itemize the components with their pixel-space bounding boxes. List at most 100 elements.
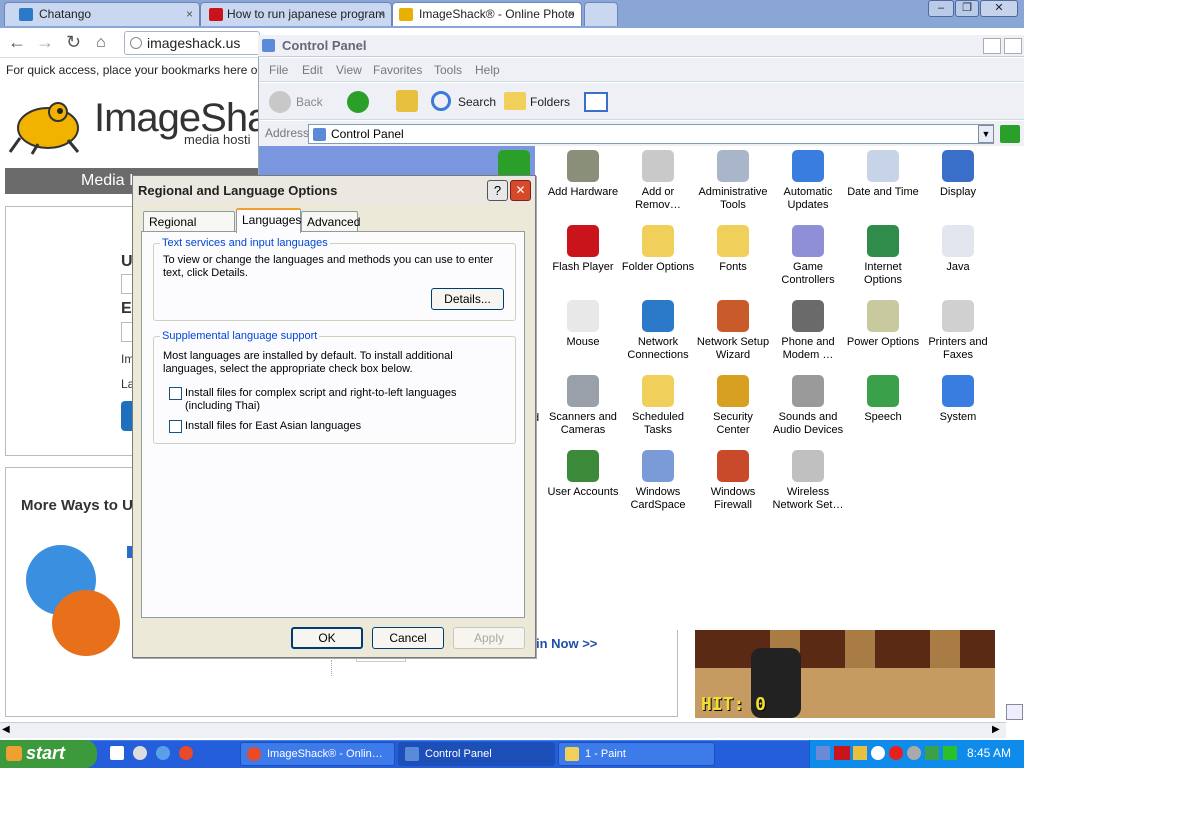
cp-item[interactable]: Flash Player: [546, 225, 620, 274]
mouse-icon: [567, 300, 599, 332]
hit-counter: HIT: 0: [701, 694, 767, 715]
tab-japanese-program[interactable]: How to run japanese program ×: [200, 2, 392, 26]
ati-tray-icon[interactable]: [834, 746, 850, 760]
network-tray-icon[interactable]: [816, 746, 830, 760]
cp-item[interactable]: Phone and Modem …: [771, 300, 845, 362]
cp-item[interactable]: Automatic Updates: [771, 150, 845, 212]
tray-icon[interactable]: [889, 746, 903, 760]
tab-regional-options[interactable]: Regional Options: [143, 211, 235, 243]
firefox-icon: [52, 590, 120, 656]
cp-item[interactable]: Game Controllers: [771, 225, 845, 287]
cp-item[interactable]: Printers and Faxes: [921, 300, 995, 362]
cp-item[interactable]: System: [921, 375, 995, 424]
ok-button[interactable]: OK: [291, 627, 363, 649]
messenger-tray-icon[interactable]: [871, 746, 885, 760]
join-now-link[interactable]: in Now >>: [536, 636, 597, 651]
minimize-button[interactable]: [983, 38, 1001, 54]
complex-script-label: Install files for complex script and rig…: [185, 387, 457, 412]
tray-icon[interactable]: [853, 746, 867, 760]
cp-item[interactable]: Add or Remov…: [621, 150, 695, 212]
tab-languages[interactable]: Languages: [236, 208, 301, 233]
safely-remove-tray-icon[interactable]: [943, 746, 957, 760]
reload-icon[interactable]: ↻: [66, 32, 81, 53]
cp-item[interactable]: Java: [921, 225, 995, 274]
cp-item[interactable]: Sounds and Audio Devices: [771, 375, 845, 437]
home-icon[interactable]: ⌂: [96, 34, 106, 52]
cp-item[interactable]: Folder Options: [621, 225, 695, 274]
menu-help[interactable]: Help: [475, 63, 500, 77]
imageshack-icon: [399, 8, 413, 21]
apply-button[interactable]: Apply: [453, 627, 525, 649]
cp-item[interactable]: Network Setup Wizard: [696, 300, 770, 362]
back-icon[interactable]: [269, 91, 291, 113]
show-desktop-icon[interactable]: [110, 746, 124, 760]
cp-item[interactable]: Power Options: [846, 300, 920, 349]
cp-item[interactable]: Add Hardware: [546, 150, 620, 199]
cp-item[interactable]: Speech: [846, 375, 920, 424]
tab-close-icon[interactable]: ×: [186, 7, 193, 21]
maximize-button[interactable]: [1004, 38, 1022, 54]
menu-favorites[interactable]: Favorites: [373, 63, 422, 77]
task-control-panel[interactable]: Control Panel: [398, 742, 555, 766]
cp-item[interactable]: Wireless Network Set…: [771, 450, 845, 512]
task-imageshack[interactable]: ImageShack® - Onlin…: [240, 742, 395, 766]
search-button[interactable]: Search: [458, 95, 496, 109]
forward-icon[interactable]: [347, 91, 369, 113]
go-icon[interactable]: [1000, 125, 1020, 143]
cp-item[interactable]: Administrative Tools: [696, 150, 770, 212]
cp-item[interactable]: Network Connections: [621, 300, 695, 362]
cp-item[interactable]: Scheduled Tasks: [621, 375, 695, 437]
menu-view[interactable]: View: [336, 63, 362, 77]
details-button[interactable]: Details...: [431, 288, 504, 310]
cp-item[interactable]: Windows CardSpace: [621, 450, 695, 512]
chrome-quicklaunch-icon[interactable]: [179, 746, 193, 760]
shooting-game-ad[interactable]: HIT: 0: [695, 628, 995, 718]
tray-icon[interactable]: [907, 746, 921, 760]
cp-item[interactable]: Fonts: [696, 225, 770, 274]
folders-button[interactable]: Folders: [530, 95, 570, 109]
cp-item[interactable]: Internet Options: [846, 225, 920, 287]
close-button[interactable]: ✕: [980, 0, 1018, 17]
tab-close-icon[interactable]: ×: [568, 7, 575, 21]
east-asian-checkbox[interactable]: [169, 420, 182, 433]
back-arrow-icon[interactable]: ←: [8, 32, 26, 53]
tab-imageshack[interactable]: ImageShack® - Online Photo ×: [392, 2, 582, 26]
clock: 8:45 AM: [967, 746, 1012, 760]
cancel-button[interactable]: Cancel: [372, 627, 444, 649]
scroll-left-icon[interactable]: ◀: [2, 724, 10, 735]
minimize-button[interactable]: –: [928, 0, 954, 17]
complex-script-checkbox[interactable]: [169, 387, 182, 400]
cp-item[interactable]: Scanners and Cameras: [546, 375, 620, 437]
tab-advanced[interactable]: Advanced: [301, 211, 360, 232]
scroll-right-icon[interactable]: ▶: [992, 724, 1000, 735]
tray-icon[interactable]: [925, 746, 939, 760]
cp-item[interactable]: Security Center: [696, 375, 770, 437]
ie-quicklaunch-icon[interactable]: [156, 746, 170, 760]
horizontal-scrollbar[interactable]: ◀ ▶: [0, 722, 1006, 738]
menu-tools[interactable]: Tools: [434, 63, 462, 77]
cp-item[interactable]: Mouse: [546, 300, 620, 349]
cp-item[interactable]: Display: [921, 150, 995, 199]
task-paint[interactable]: 1 - Paint: [558, 742, 715, 766]
menu-edit[interactable]: Edit: [302, 63, 323, 77]
up-folder-icon[interactable]: [396, 90, 418, 112]
new-tab-button[interactable]: [584, 2, 618, 26]
media-player-icon[interactable]: [133, 746, 147, 760]
help-button[interactable]: ?: [487, 180, 508, 201]
tab-close-icon[interactable]: ×: [378, 7, 385, 21]
menu-file[interactable]: File: [269, 63, 288, 77]
cp-item[interactable]: User Accounts: [546, 450, 620, 499]
address-bar[interactable]: imageshack.us: [124, 31, 260, 55]
views-icon[interactable]: [584, 92, 608, 112]
scroll-down-icon[interactable]: [1006, 704, 1023, 720]
address-dropdown-icon[interactable]: ▼: [978, 125, 994, 143]
maximize-button[interactable]: ❐: [955, 0, 979, 17]
back-label[interactable]: Back: [296, 95, 323, 109]
dialog-close-button[interactable]: ✕: [510, 180, 531, 201]
forward-arrow-icon[interactable]: →: [36, 32, 54, 53]
cp-item[interactable]: Windows Firewall: [696, 450, 770, 512]
tab-chatango[interactable]: Chatango ×: [4, 2, 200, 26]
address-input[interactable]: Control Panel: [308, 124, 994, 144]
start-button[interactable]: start: [0, 740, 97, 768]
cp-item[interactable]: Date and Time: [846, 150, 920, 199]
